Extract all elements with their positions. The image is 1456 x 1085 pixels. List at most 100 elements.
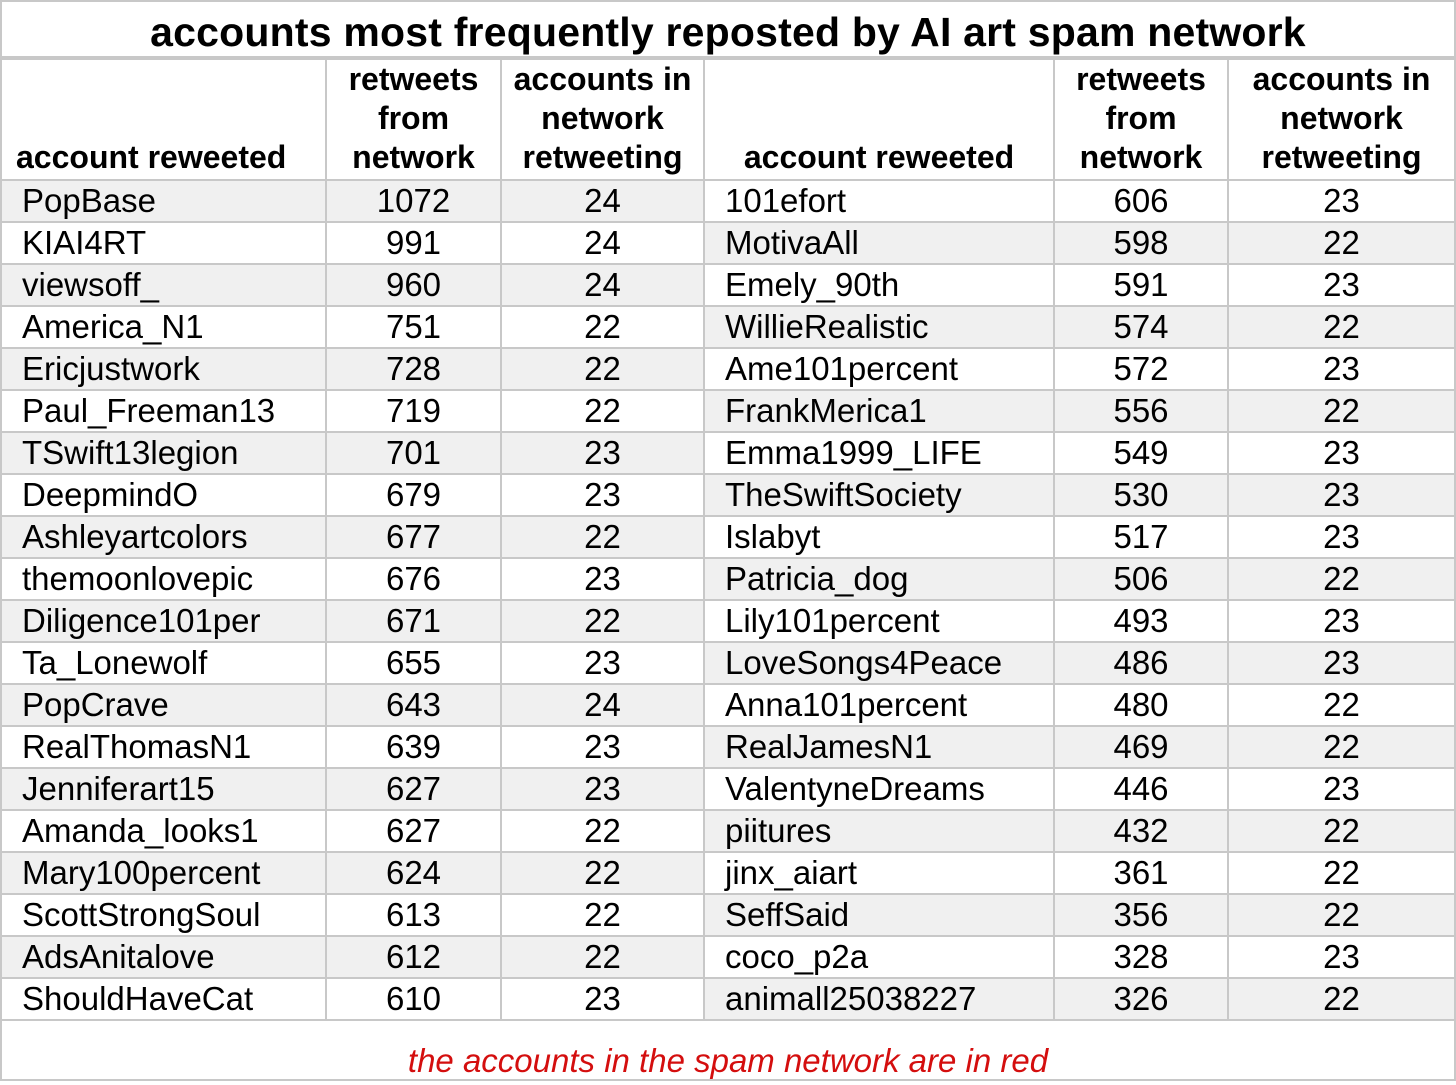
left-account-cell: PopBase: [2, 179, 327, 223]
left-accounts-in-network-cell: 23: [500, 977, 705, 1021]
left-retweets-cell: 960: [325, 263, 502, 307]
right-accounts-in-network-cell: 23: [1227, 599, 1454, 643]
right-retweets-cell: 517: [1053, 515, 1229, 559]
accounts-table: account reweeted retweets from network a…: [2, 58, 1454, 1021]
header-retweets-left: retweets from network: [325, 58, 502, 181]
table-row: ShouldHaveCat 610 23 animall25038227 326 22: [2, 977, 1454, 1021]
right-account-cell: RealJamesN1: [703, 725, 1055, 769]
right-retweets-cell: 469: [1053, 725, 1229, 769]
left-retweets-cell: 639: [325, 725, 502, 769]
left-account-cell: KIAI4RT: [2, 221, 327, 265]
header-row: account reweeted retweets from network a…: [2, 58, 1454, 181]
left-account-cell: Amanda_looks1: [2, 809, 327, 853]
left-accounts-in-network-cell: 23: [500, 767, 705, 811]
right-retweets-cell: 574: [1053, 305, 1229, 349]
right-accounts-in-network-cell: 22: [1227, 683, 1454, 727]
left-accounts-in-network-cell: 23: [500, 725, 705, 769]
table-row: KIAI4RT 991 24 MotivaAll 598 22: [2, 221, 1454, 265]
left-accounts-in-network-cell: 23: [500, 641, 705, 685]
left-account-cell: Ta_Lonewolf: [2, 641, 327, 685]
right-retweets-cell: 591: [1053, 263, 1229, 307]
left-retweets-cell: 655: [325, 641, 502, 685]
right-accounts-in-network-cell: 23: [1227, 935, 1454, 979]
left-accounts-in-network-cell: 22: [500, 599, 705, 643]
right-account-cell: WillieRealistic: [703, 305, 1055, 349]
header-accounts-line2: network: [1280, 100, 1403, 136]
left-retweets-cell: 624: [325, 851, 502, 895]
left-account-cell: ScottStrongSoul: [2, 893, 327, 937]
right-accounts-in-network-cell: 23: [1227, 641, 1454, 685]
left-account-cell: Paul_Freeman13: [2, 389, 327, 433]
left-accounts-in-network-cell: 22: [500, 809, 705, 853]
left-retweets-cell: 719: [325, 389, 502, 433]
right-retweets-cell: 432: [1053, 809, 1229, 853]
right-account-cell: 101efort: [703, 179, 1055, 223]
left-account-cell: Jenniferart15: [2, 767, 327, 811]
left-retweets-cell: 991: [325, 221, 502, 265]
table-row: Diligence101per 671 22 Lily101percent 493 23: [2, 599, 1454, 643]
right-account-cell: Emma1999_LIFE: [703, 431, 1055, 475]
header-retweets-line2: from: [377, 100, 450, 136]
header-account-right: account reweeted: [703, 58, 1055, 181]
left-retweets-cell: 627: [325, 809, 502, 853]
left-accounts-in-network-cell: 24: [500, 683, 705, 727]
header-accounts-line1: accounts in: [513, 61, 692, 97]
right-retweets-cell: 506: [1053, 557, 1229, 601]
right-accounts-in-network-cell: 22: [1227, 851, 1454, 895]
right-accounts-in-network-cell: 23: [1227, 767, 1454, 811]
left-accounts-in-network-cell: 22: [500, 305, 705, 349]
left-account-cell: Diligence101per: [2, 599, 327, 643]
right-account-cell: LoveSongs4Peace: [703, 641, 1055, 685]
left-accounts-in-network-cell: 22: [500, 389, 705, 433]
right-retweets-cell: 480: [1053, 683, 1229, 727]
right-account-cell: FrankMerica1: [703, 389, 1055, 433]
right-account-cell: Anna101percent: [703, 683, 1055, 727]
header-accounts-line3: retweeting: [522, 139, 683, 175]
table-title: accounts most frequently reposted by AI …: [2, 2, 1454, 58]
header-retweets-line3: network: [1079, 139, 1203, 175]
header-retweets-line2: from: [1105, 100, 1177, 136]
right-accounts-in-network-cell: 22: [1227, 305, 1454, 349]
right-retweets-cell: 446: [1053, 767, 1229, 811]
left-retweets-cell: 679: [325, 473, 502, 517]
table-row: TSwift13legion 701 23 Emma1999_LIFE 549 23: [2, 431, 1454, 475]
left-retweets-cell: 612: [325, 935, 502, 979]
right-retweets-cell: 356: [1053, 893, 1229, 937]
table-row: Amanda_looks1 627 22 piitures 432 22: [2, 809, 1454, 853]
left-accounts-in-network-cell: 22: [500, 515, 705, 559]
right-retweets-cell: 328: [1053, 935, 1229, 979]
table-row: PopBase 1072 24 101efort 606 23: [2, 179, 1454, 223]
right-accounts-in-network-cell: 23: [1227, 347, 1454, 391]
right-accounts-in-network-cell: 23: [1227, 179, 1454, 223]
right-accounts-in-network-cell: 22: [1227, 557, 1454, 601]
footnote: the accounts in the spam network are in …: [407, 1042, 1049, 1079]
left-retweets-cell: 701: [325, 431, 502, 475]
right-account-cell: MotivaAll: [703, 221, 1055, 265]
left-accounts-in-network-cell: 22: [500, 893, 705, 937]
left-account-cell: AdsAnitalove: [2, 935, 327, 979]
table-row: Ta_Lonewolf 655 23 LoveSongs4Peace 486 23: [2, 641, 1454, 685]
left-accounts-in-network-cell: 23: [500, 431, 705, 475]
right-retweets-cell: 556: [1053, 389, 1229, 433]
header-account-left: account reweeted: [2, 58, 327, 181]
left-account-cell: ShouldHaveCat: [2, 977, 327, 1021]
right-account-cell: ValentyneDreams: [703, 767, 1055, 811]
header-retweets-line1: retweets: [1076, 61, 1206, 97]
header-accounts-line2: network: [541, 100, 664, 136]
left-account-cell: Ashleyartcolors: [2, 515, 327, 559]
table-row: themoonlovepic 676 23 Patricia_dog 506 22: [2, 557, 1454, 601]
left-account-cell: Ericjustwork: [2, 347, 327, 391]
left-accounts-in-network-cell: 22: [500, 347, 705, 391]
right-account-cell: Patricia_dog: [703, 557, 1055, 601]
left-accounts-in-network-cell: 22: [500, 935, 705, 979]
right-retweets-cell: 361: [1053, 851, 1229, 895]
table-row: RealThomasN1 639 23 RealJamesN1 469 22: [2, 725, 1454, 769]
right-account-cell: jinx_aiart: [703, 851, 1055, 895]
right-account-cell: animall25038227: [703, 977, 1055, 1021]
table-row: PopCrave 643 24 Anna101percent 480 22: [2, 683, 1454, 727]
right-accounts-in-network-cell: 23: [1227, 263, 1454, 307]
left-retweets-cell: 751: [325, 305, 502, 349]
left-accounts-in-network-cell: 22: [500, 851, 705, 895]
table-row: Jenniferart15 627 23 ValentyneDreams 446 23: [2, 767, 1454, 811]
table-row: Ashleyartcolors 677 22 Islabyt 517 23: [2, 515, 1454, 559]
